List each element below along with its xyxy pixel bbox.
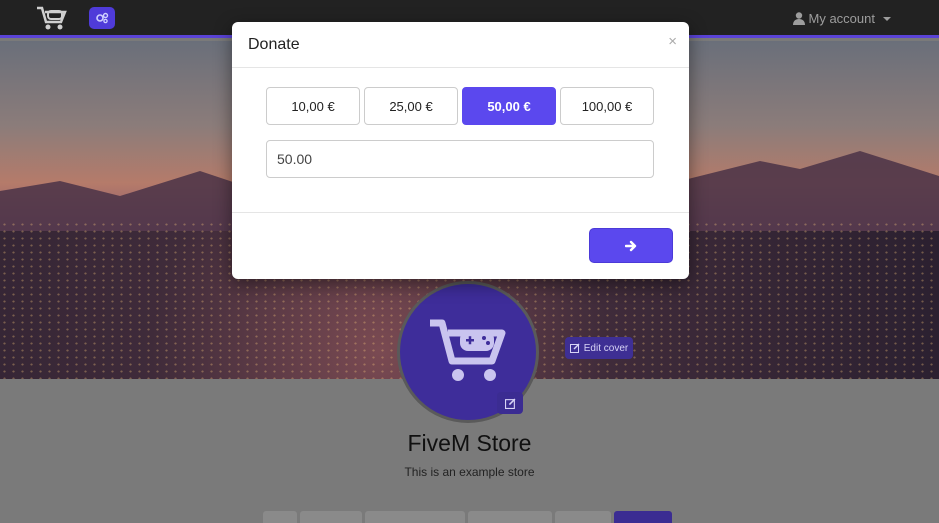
amount-option-10[interactable]: 10,00 € <box>266 87 360 125</box>
submit-button[interactable] <box>589 228 673 263</box>
modal-footer <box>232 212 689 279</box>
amount-option-100[interactable]: 100,00 € <box>560 87 654 125</box>
amount-option-50[interactable]: 50,00 € <box>462 87 556 125</box>
amount-options: 10,00 € 25,00 € 50,00 € 100,00 € <box>266 87 654 125</box>
arrow-right-icon <box>625 240 637 251</box>
modal-header: Donate × <box>232 22 689 68</box>
donate-modal: Donate × 10,00 € 25,00 € 50,00 € 100,00 … <box>232 22 689 279</box>
amount-input[interactable] <box>266 140 654 178</box>
close-icon[interactable]: × <box>668 33 677 50</box>
modal-title: Donate <box>248 36 300 53</box>
amount-option-25[interactable]: 25,00 € <box>364 87 458 125</box>
